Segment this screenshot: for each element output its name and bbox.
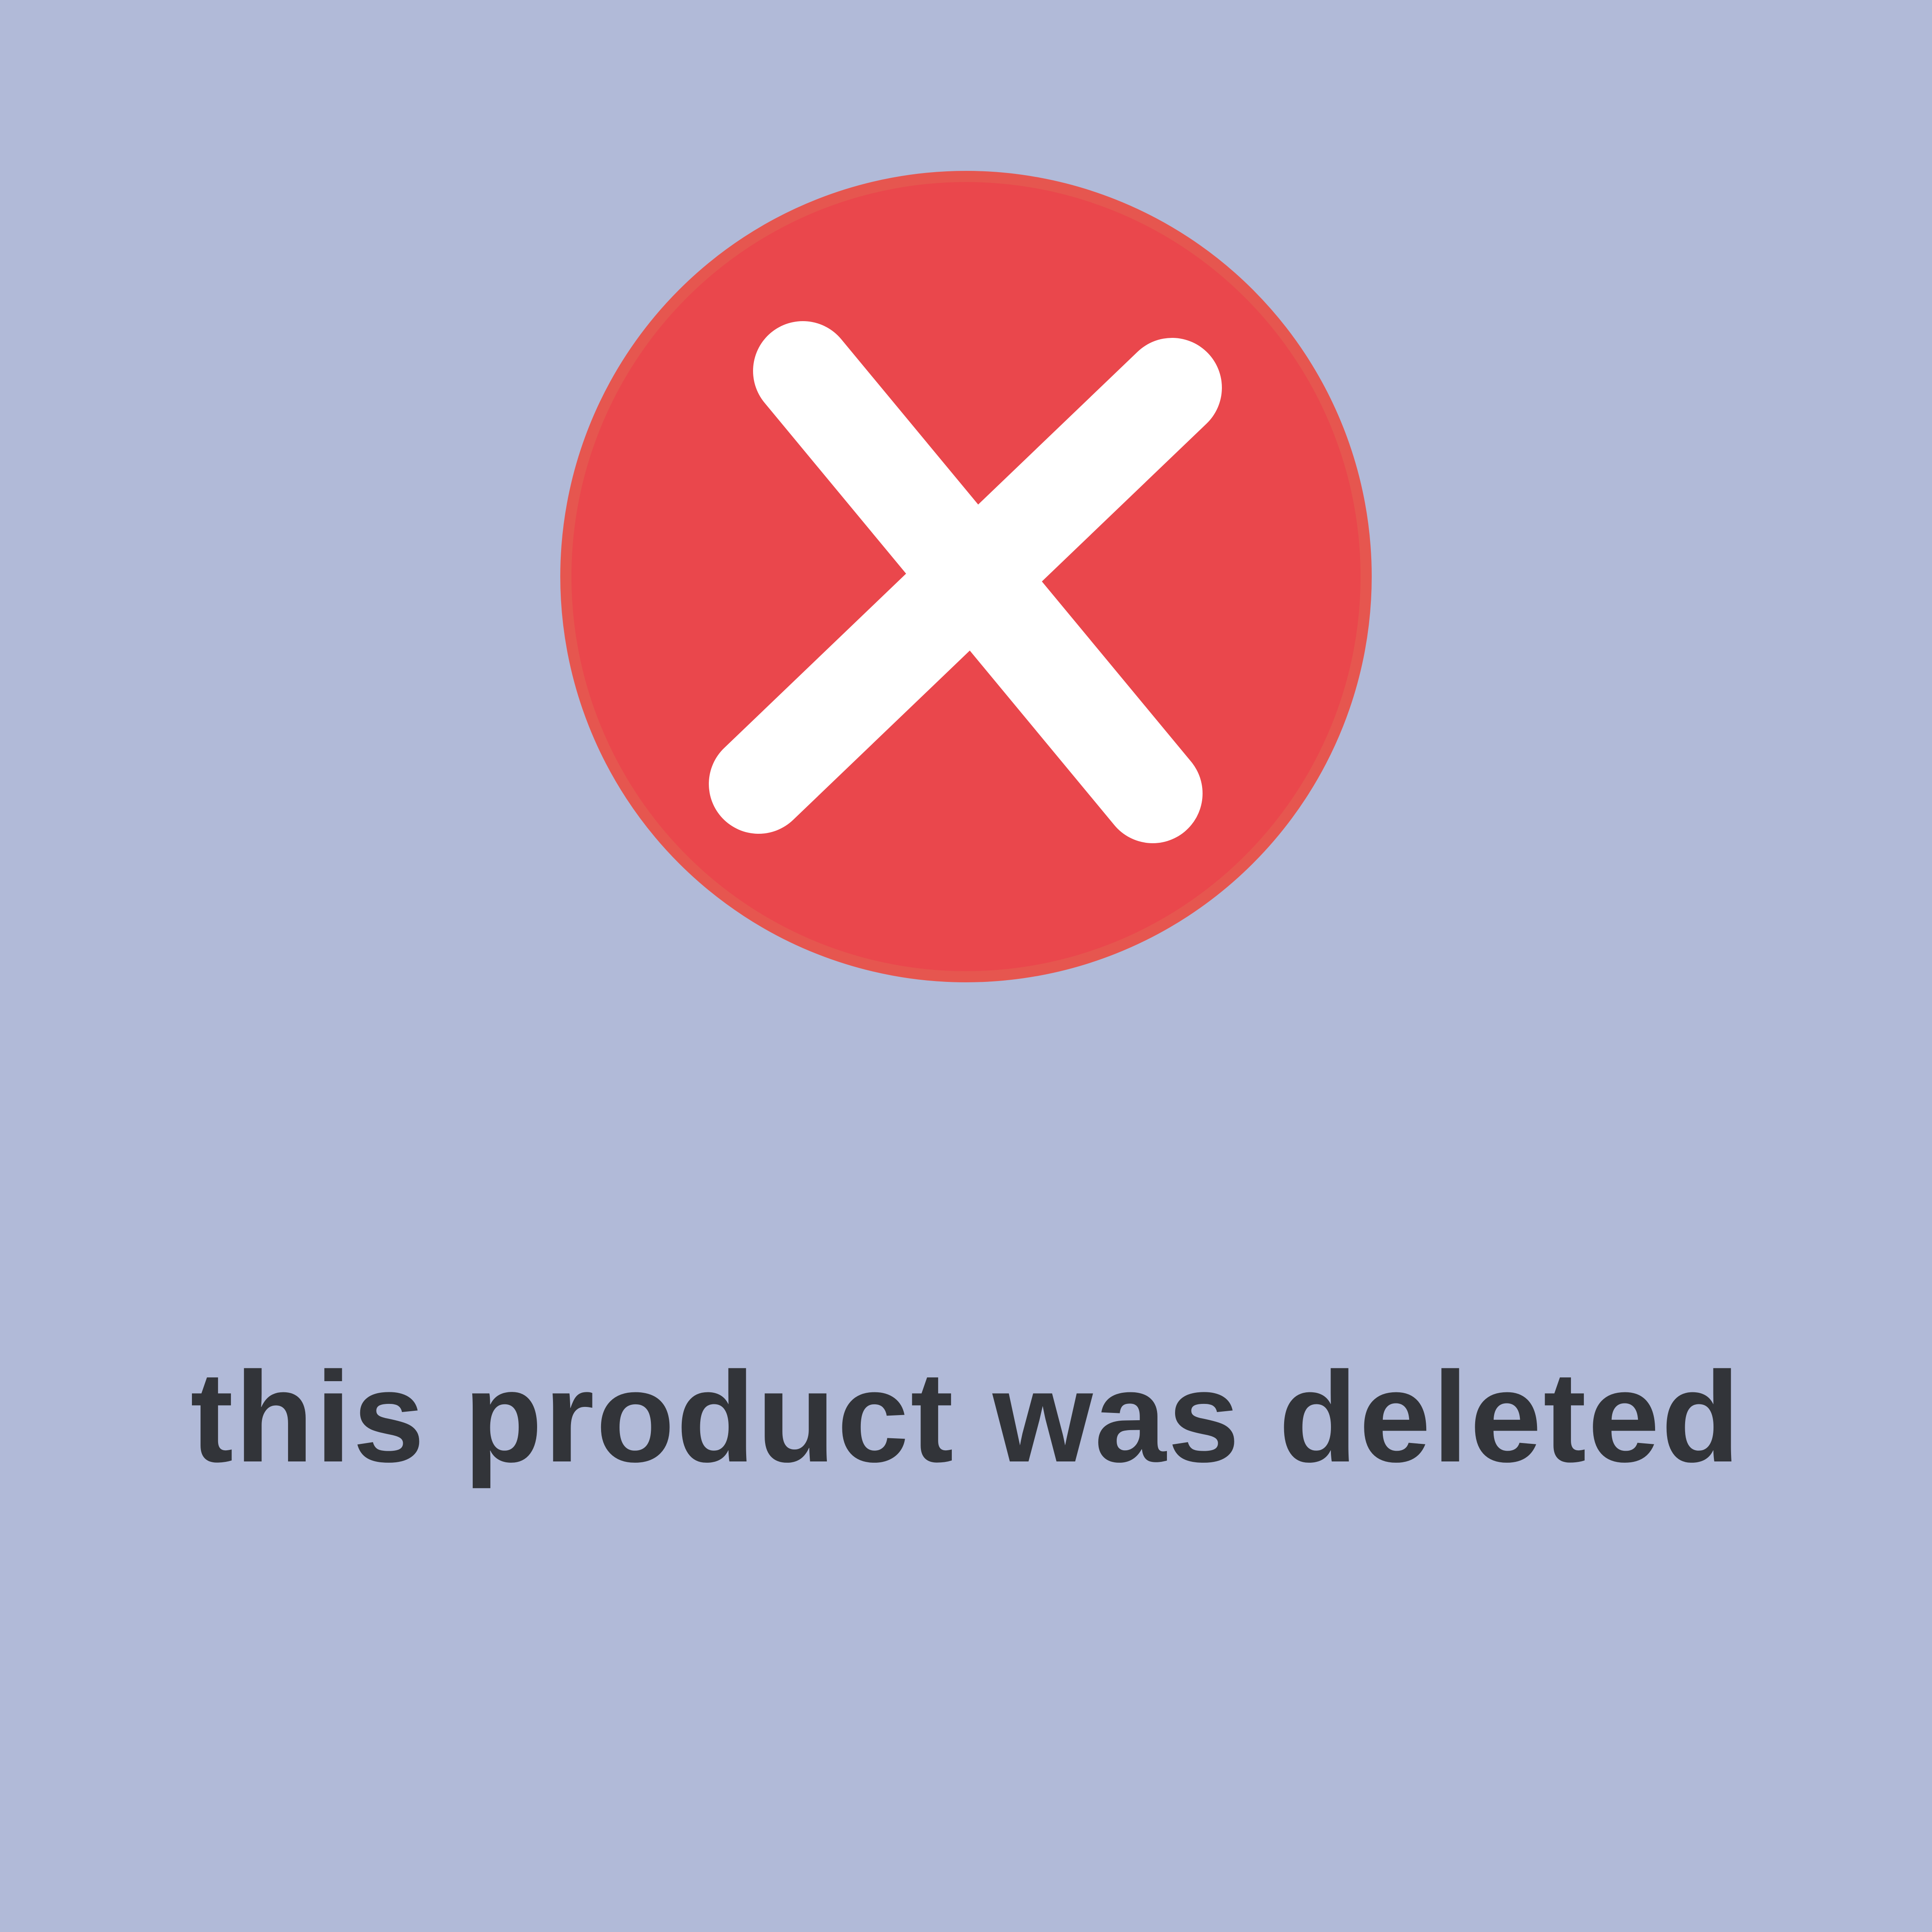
deleted-status-icon [560,171,1372,982]
deleted-message: this product was deleted [190,1345,1742,1489]
close-x-icon [560,171,1372,982]
